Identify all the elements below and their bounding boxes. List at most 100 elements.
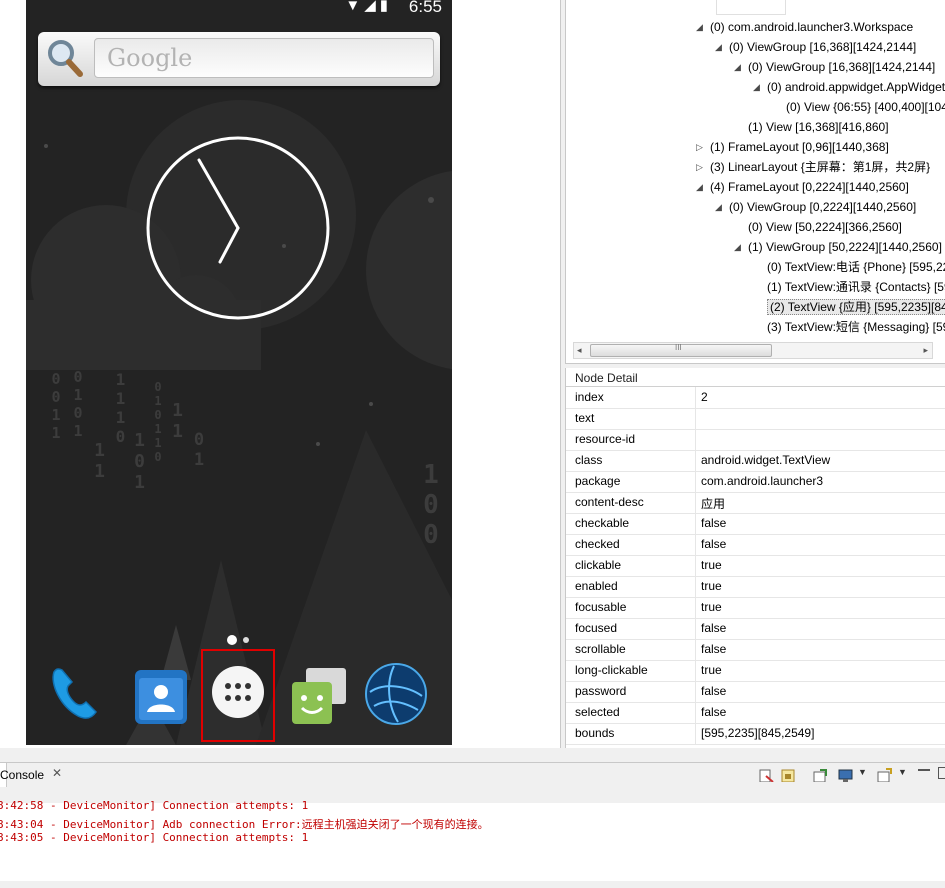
tree-node[interactable]: ◢(0) android.appwidget.AppWidgetHostView <box>753 77 945 97</box>
detail-key: scrollable <box>575 642 626 656</box>
detail-key: password <box>575 684 627 698</box>
tree-node[interactable]: ◢ (1) ViewGroup [50,2224][1440,2560] <box>734 237 942 257</box>
device-screen[interactable]: ▼◢▮ 6:55 Google 0011 0101 11 1110 101 01… <box>26 0 452 745</box>
search-icon[interactable] <box>44 36 88 80</box>
tree-node[interactable]: (1) View [16,368][416,860] <box>734 117 889 137</box>
chevron-down-icon[interactable]: ▼ <box>898 767 907 777</box>
detail-row-resource-id[interactable]: resource-id <box>566 429 945 451</box>
wallpaper-digits: 101 <box>129 430 150 493</box>
expand-toggle-icon[interactable]: ◢ <box>753 77 765 97</box>
tree-node[interactable]: (0) View [50,2224][366,2560] <box>734 217 902 237</box>
detail-row-package[interactable]: package com.android.launcher3 <box>566 471 945 493</box>
tree-node-label: (1) FrameLayout [0,96][1440,368] <box>710 140 889 154</box>
tree-node[interactable]: ▷ (3) LinearLayout {主屏幕：第1屏，共2屏} <box>696 157 930 177</box>
detail-row-scrollable[interactable]: scrollable false <box>566 639 945 661</box>
tree-node[interactable]: ◢ (0) com.android.launcher3.Workspace <box>696 17 913 37</box>
tree-node-selected[interactable]: (2) TextView {应用} [595,2235][845,2549] <box>753 297 945 317</box>
expand-toggle-icon[interactable]: ▷ <box>696 137 708 157</box>
messaging-icon[interactable] <box>286 664 350 728</box>
detail-row-index[interactable]: index 2 <box>566 387 945 409</box>
tree-node[interactable]: ◢ (0) ViewGroup [0,2224][1440,2560] <box>715 197 916 217</box>
detail-key: resource-id <box>575 432 636 446</box>
page-indicator <box>227 635 249 645</box>
detail-row-selected[interactable]: selected false <box>566 702 945 724</box>
tree-horizontal-scrollbar[interactable]: ◂ III ▸ <box>573 342 933 359</box>
analog-clock-widget[interactable] <box>144 134 334 324</box>
tree-node[interactable]: ◢ (0) ViewGroup [16,368][1424,2144] <box>715 37 916 57</box>
tab-console[interactable]: Console ✕ <box>0 763 62 787</box>
expand-toggle-icon[interactable]: ▷ <box>696 157 708 177</box>
display-console-icon[interactable] <box>838 768 854 782</box>
detail-row-bounds[interactable]: bounds [595,2235][845,2549] <box>566 723 945 745</box>
tree-node[interactable]: ▷ (1) FrameLayout [0,96][1440,368] <box>696 137 889 157</box>
detail-row-class[interactable]: class android.widget.TextView <box>566 450 945 472</box>
expand-toggle-icon[interactable]: ◢ <box>696 177 708 197</box>
tree-node-label: (4) FrameLayout [0,2224][1440,2560] <box>710 180 909 194</box>
wallpaper-digits: 010110 <box>151 380 165 464</box>
wallpaper-digits: 11 <box>89 440 110 482</box>
tree-node-label: (3) LinearLayout {主屏幕：第1屏，共2屏} <box>710 160 931 174</box>
detail-value: true <box>701 558 722 572</box>
maximize-icon[interactable] <box>938 767 945 779</box>
chevron-down-icon[interactable]: ▼ <box>858 767 867 777</box>
tree-node[interactable]: (0) View {06:55} [400,400][1040,832] <box>772 97 945 117</box>
detail-row-text[interactable]: text <box>566 408 945 430</box>
detail-row-clickable[interactable]: clickable true <box>566 555 945 577</box>
phone-icon[interactable] <box>46 662 110 726</box>
scroll-left-icon[interactable]: ◂ <box>577 343 582 358</box>
tree-node[interactable]: (0) TextView:电话 {Phone} [595,2235] <box>753 257 945 277</box>
open-console-icon[interactable] <box>876 768 892 782</box>
detail-value: false <box>701 642 727 656</box>
detail-row-focused[interactable]: focused false <box>566 618 945 640</box>
clear-console-icon[interactable] <box>758 768 774 782</box>
search-placeholder: Google <box>107 44 193 72</box>
tree-node[interactable]: ◢ (0) ViewGroup [16,368][1424,2144] <box>734 57 935 77</box>
detail-key: checked <box>575 537 620 551</box>
scroll-lock-icon[interactable] <box>780 768 796 782</box>
detail-value: false <box>701 705 727 719</box>
detail-value: true <box>701 600 722 614</box>
tree-node-label: (0) ViewGroup [16,368][1424,2144] <box>748 60 936 74</box>
expand-toggle-icon[interactable]: ◢ <box>715 37 727 57</box>
detail-key: package <box>575 474 621 488</box>
detail-row-enabled[interactable]: enabled true <box>566 576 945 598</box>
console-tab-label: Console <box>0 768 45 782</box>
detail-value: android.widget.TextView <box>701 453 831 467</box>
detail-row-password[interactable]: password false <box>566 681 945 703</box>
console-line: 8:43:05 - DeviceMonitor] Connection atte… <box>0 831 309 844</box>
expand-toggle-icon[interactable]: ◢ <box>696 17 708 37</box>
browser-icon[interactable] <box>364 662 428 726</box>
expand-toggle-icon[interactable]: ◢ <box>715 197 727 217</box>
scroll-thumb[interactable]: III <box>590 343 772 357</box>
console-line: 8:43:04 - DeviceMonitor] Adb connection … <box>0 818 489 831</box>
pin-console-icon[interactable] <box>812 768 828 782</box>
tree-node-label: (1) ViewGroup [50,2224][1440,2560] <box>748 240 942 254</box>
detail-key: class <box>575 453 603 467</box>
scroll-grip: III <box>675 343 682 352</box>
detail-row-checked[interactable]: checked false <box>566 534 945 556</box>
contacts-icon[interactable] <box>129 664 193 728</box>
tree-node[interactable]: ◢ (4) FrameLayout [0,2224][1440,2560] <box>696 177 909 197</box>
detail-row-focusable[interactable]: focusable true <box>566 597 945 619</box>
detail-value: true <box>701 579 722 593</box>
ui-hierarchy-tree[interactable]: ◢ (0) com.android.launcher3.Workspace ◢ (0… <box>565 0 945 364</box>
tree-node-label: (0) ViewGroup [16,368][1424,2144] <box>729 40 917 54</box>
tree-node[interactable]: (1) TextView:通讯录 {Contacts} [595,2235] <box>753 277 945 297</box>
close-icon[interactable]: ✕ <box>52 766 62 780</box>
detail-row-checkable[interactable]: checkable false <box>566 513 945 535</box>
console-output[interactable]: 8:42:58 - DeviceMonitor] Connection atte… <box>0 799 945 881</box>
search-input[interactable]: Google <box>94 38 434 78</box>
detail-key: text <box>575 411 595 425</box>
detail-row-content-desc[interactable]: content-desc 应用 <box>566 492 945 514</box>
wallpaper-digits: 100 <box>416 460 446 550</box>
tree-node[interactable]: (3) TextView:短信 {Messaging} [595,2235] <box>753 317 945 337</box>
expand-toggle-icon[interactable]: ◢ <box>734 237 746 257</box>
minimize-icon[interactable] <box>918 769 930 771</box>
detail-value: com.android.launcher3 <box>701 474 824 488</box>
detail-key: focused <box>575 621 618 635</box>
detail-row-long-clickable[interactable]: long-clickable true <box>566 660 945 682</box>
expand-toggle-icon[interactable]: ◢ <box>734 57 746 77</box>
scroll-right-icon[interactable]: ▸ <box>923 343 928 358</box>
tree-node-label: (1) TextView:通讯录 {Contacts} [595,2235] <box>767 280 945 294</box>
google-search-widget[interactable]: Google <box>38 32 440 86</box>
